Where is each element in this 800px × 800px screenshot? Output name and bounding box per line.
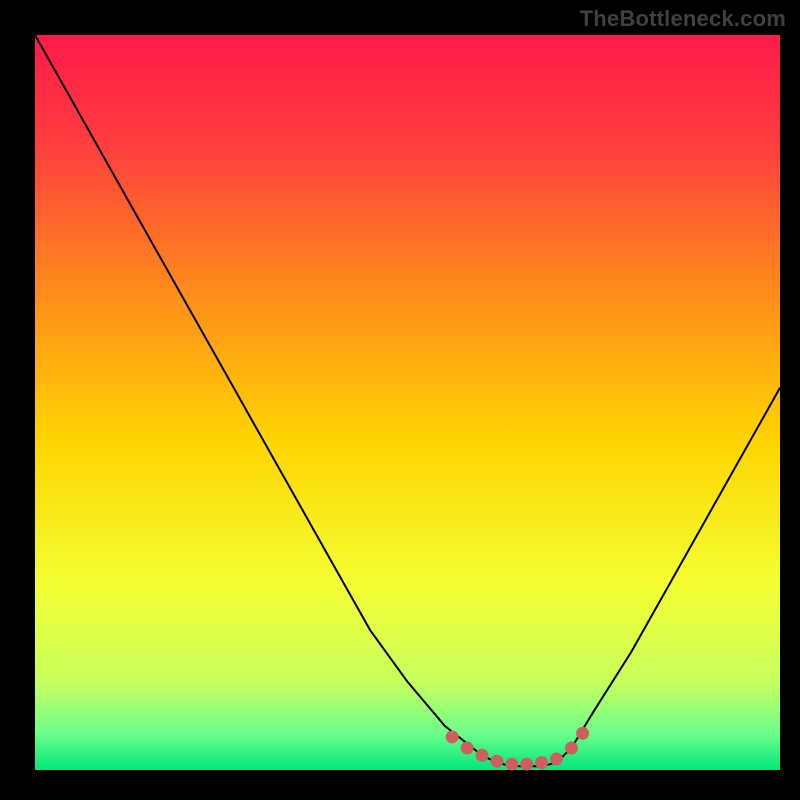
valley-marker [576,727,589,740]
valley-marker [505,758,518,771]
valley-marker [461,742,474,755]
valley-marker [535,756,548,769]
valley-marker [446,730,459,743]
watermark-text: TheBottleneck.com [580,6,786,32]
valley-marker [476,749,489,762]
valley-marker [520,758,533,771]
valley-marker [490,755,503,768]
valley-marker [550,753,563,766]
valley-marker [565,742,578,755]
bottleneck-chart [0,0,800,800]
plot-background [35,35,780,770]
chart-container: TheBottleneck.com [0,0,800,800]
